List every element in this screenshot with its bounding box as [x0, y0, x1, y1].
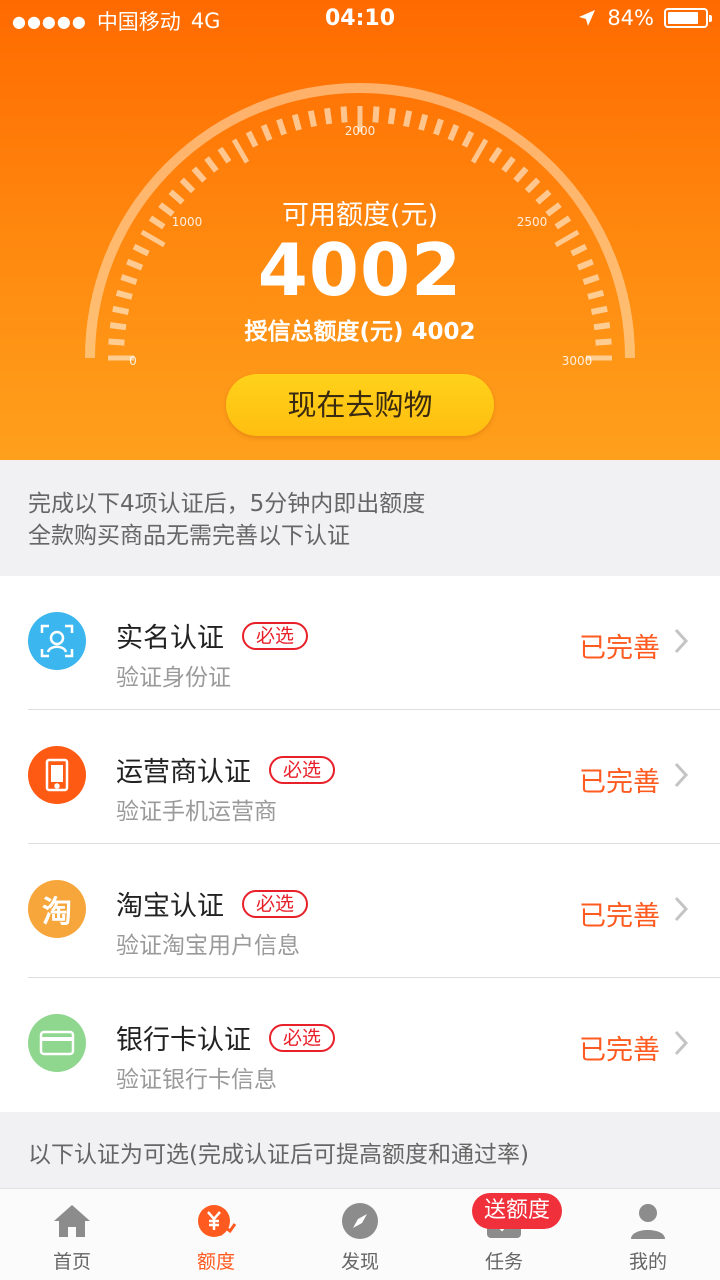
gauge-tick: [418, 113, 429, 131]
face-scan-icon: [28, 612, 86, 670]
gauge-tick: [179, 177, 196, 194]
gauge-tick: [217, 146, 232, 164]
gauge-tick: [470, 138, 489, 164]
bank-card-icon: [28, 1014, 86, 1072]
gauge-tick: [324, 107, 333, 125]
total-credit-line: 授信总额度(元) 4002: [244, 319, 476, 345]
chevron-right-icon: [674, 628, 689, 654]
bonus-credit-badge: 送额度: [472, 1193, 563, 1229]
header-banner: ●●●●● 中国移动 4G 04:10 84% 0 1000 2000 2500…: [0, 0, 720, 460]
required-badge: 必选: [242, 889, 309, 918]
certification-list: 实名认证 必选 验证身份证 已完善 运营商认证 必选 验证手机运营商 已完善 淘…: [0, 576, 720, 1112]
gauge-tick: [461, 130, 475, 148]
gauge-tick: [501, 156, 516, 173]
tab-label: 首页: [52, 1251, 91, 1273]
tab-tasks[interactable]: 送额度 任务: [432, 1189, 576, 1280]
gauge-tick: [276, 118, 287, 136]
chevron-right-icon: [674, 1030, 689, 1056]
cert-status: 已完善: [579, 901, 660, 932]
gauge-tick: [307, 110, 317, 128]
gauge-tick: [191, 166, 207, 183]
home-icon: [54, 1205, 90, 1237]
notice-line: 完成以下4项认证后，5分钟内即出额度: [28, 491, 426, 517]
cert-subtitle: 验证手机运营商: [116, 799, 277, 825]
gauge-tick: [340, 106, 348, 123]
required-badge: 必选: [269, 755, 336, 784]
gauge-tick: [245, 130, 259, 148]
shop-now-button[interactable]: 现在去购物: [226, 374, 494, 436]
taobao-icon-glyph: 淘: [42, 895, 72, 930]
gauge-tick: [291, 113, 302, 131]
tab-label: 任务: [484, 1251, 523, 1273]
gauge-tick-label: 0: [129, 354, 137, 368]
cert-status: 已完善: [579, 633, 660, 664]
compass-icon: [342, 1203, 378, 1239]
optional-certification-note: 以下认证为可选(完成认证后可提高额度和通过率): [0, 1113, 720, 1188]
gauge-tick: [433, 118, 444, 136]
cert-item-bank-card[interactable]: 银行卡认证 必选 验证银行卡信息 已完善: [0, 978, 720, 1112]
chevron-right-icon: [674, 762, 689, 788]
required-badge: 必选: [269, 1023, 336, 1052]
gauge-tick: [524, 177, 541, 194]
cert-status: 已完善: [579, 1035, 660, 1066]
cert-title: 运营商认证: [116, 757, 251, 788]
tab-credit[interactable]: 额度: [144, 1189, 288, 1280]
cert-title: 银行卡认证: [116, 1025, 251, 1056]
gauge-tick: [488, 146, 503, 164]
cert-item-carrier[interactable]: 运营商认证 必选 验证手机运营商 已完善: [0, 710, 720, 844]
tab-label: 我的: [628, 1251, 667, 1273]
gauge-tick: [403, 110, 413, 128]
notice-line: 全款购买商品无需完善以下认证: [28, 523, 350, 549]
bottom-tab-bar: 首页 额度 发现 送额度 任务 我的: [0, 1188, 720, 1280]
tab-discover[interactable]: 发现: [288, 1189, 432, 1280]
cert-subtitle: 验证银行卡信息: [116, 1067, 277, 1093]
gauge-tick: [204, 156, 219, 173]
required-badge: 必选: [242, 621, 309, 650]
available-credit-value: 4002: [257, 228, 463, 312]
cert-title: 实名认证: [116, 623, 224, 654]
phone-icon: [28, 746, 86, 804]
gauge-tick: [387, 107, 396, 125]
tab-label: 额度: [196, 1251, 235, 1273]
tab-home[interactable]: 首页: [0, 1189, 144, 1280]
gauge-tick: [447, 124, 460, 142]
tab-label: 发现: [340, 1251, 379, 1273]
cert-subtitle: 验证淘宝用户信息: [116, 933, 300, 959]
cert-status: 已完善: [579, 767, 660, 798]
gauge-tick: [260, 124, 273, 142]
gauge-tick-label: 3000: [562, 354, 593, 368]
credit-icon: [198, 1205, 236, 1237]
tab-mine[interactable]: 我的: [576, 1189, 720, 1280]
gauge-tick: [372, 106, 380, 123]
gauge-tick-label: 2000: [345, 124, 376, 138]
user-icon: [631, 1204, 665, 1239]
chevron-right-icon: [674, 896, 689, 922]
taobao-icon: 淘: [28, 880, 86, 938]
cert-subtitle: 验证身份证: [116, 665, 231, 691]
available-credit-label: 可用额度(元): [281, 200, 439, 231]
gauge-tick: [513, 166, 529, 183]
cert-title: 淘宝认证: [116, 891, 224, 922]
cert-item-real-name[interactable]: 实名认证 必选 验证身份证 已完善: [0, 576, 720, 710]
cert-item-taobao[interactable]: 淘 淘宝认证 必选 验证淘宝用户信息 已完善: [0, 844, 720, 978]
certification-notice: 完成以下4项认证后，5分钟内即出额度 全款购买商品无需完善以下认证: [0, 460, 720, 576]
gauge-tick: [231, 138, 250, 164]
